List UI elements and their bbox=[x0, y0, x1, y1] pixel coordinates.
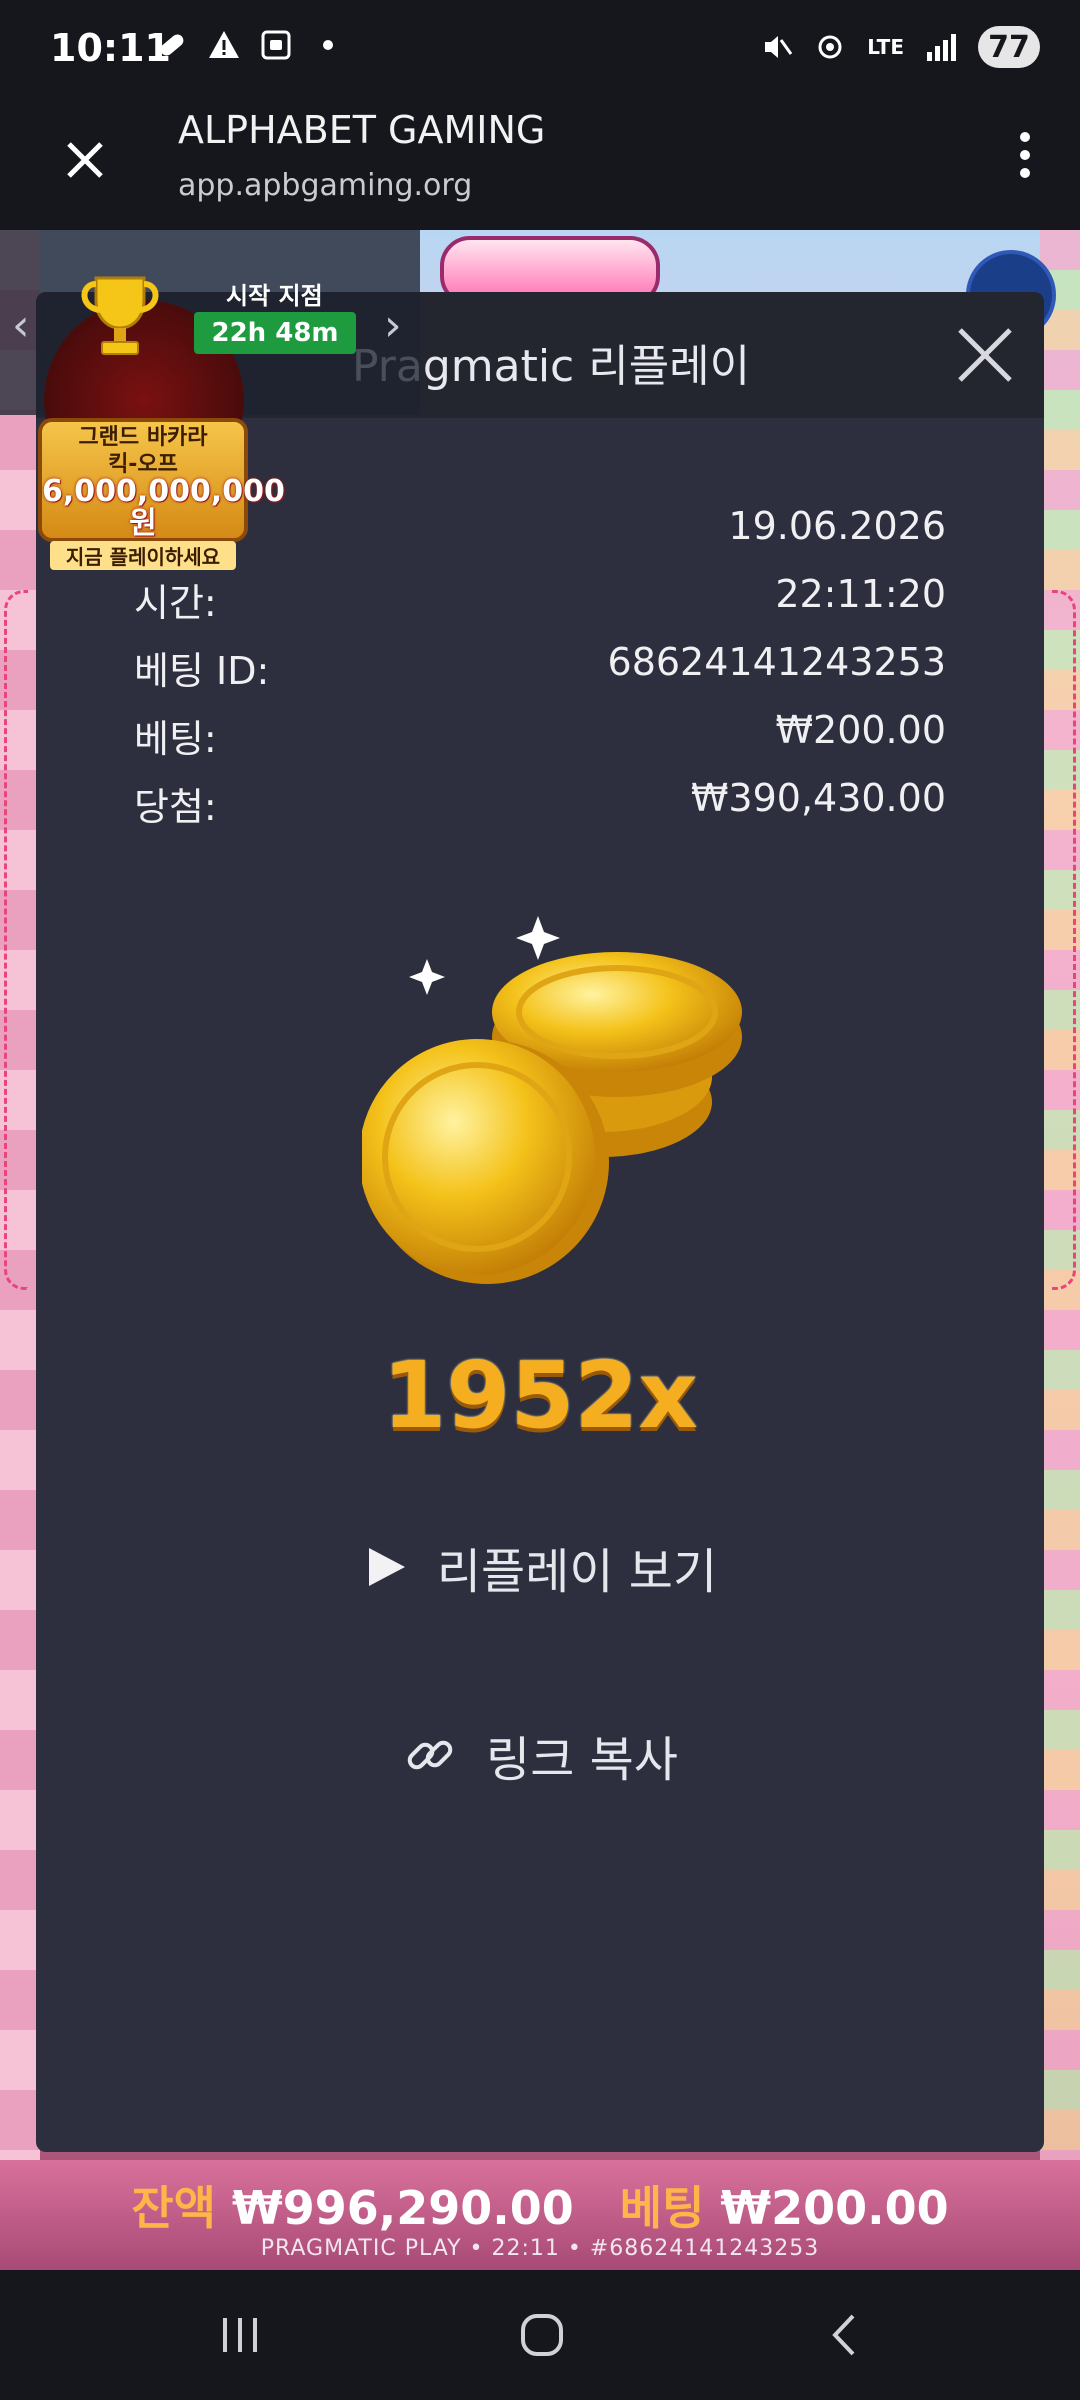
pill-icon bbox=[160, 34, 184, 56]
close-icon bbox=[67, 142, 103, 178]
back-button[interactable] bbox=[806, 2300, 886, 2370]
gold-coins-icon bbox=[362, 916, 742, 1284]
signal-icon bbox=[927, 34, 956, 61]
info-row-time: 시간: 22:11:20 bbox=[134, 572, 946, 625]
win-multiplier: 1952x bbox=[382, 1342, 698, 1449]
copy-link-label: 링크 복사 bbox=[486, 1732, 678, 1788]
balance-label: 잔액 bbox=[131, 2181, 216, 2235]
promo-amount: 6,000,000,000원 bbox=[42, 474, 285, 541]
info-row-win: 당첨: ₩390,430.00 bbox=[134, 776, 946, 829]
recents-button[interactable] bbox=[200, 2300, 280, 2370]
trophy-icon bbox=[81, 276, 159, 355]
more-vert-icon bbox=[1020, 132, 1030, 142]
link-icon bbox=[407, 1740, 453, 1770]
system-nav-bar bbox=[0, 2270, 1080, 2400]
chevron-right-icon[interactable]: › bbox=[384, 300, 402, 351]
balance-bet-line: 잔액 ₩996,290.00 베팅 ₩200.00 bbox=[0, 2172, 1080, 2238]
info-value: 22:11:20 bbox=[775, 572, 946, 616]
overflow-menu-button[interactable] bbox=[1000, 120, 1050, 190]
hotspot-icon bbox=[818, 35, 842, 59]
home-button[interactable] bbox=[502, 2300, 582, 2370]
info-value: 19.06.2026 bbox=[728, 504, 946, 548]
chevron-left-icon[interactable]: ‹ bbox=[12, 300, 30, 351]
recents-icon bbox=[223, 2318, 257, 2352]
info-row-date: 날짜: 19.06.2026 bbox=[134, 504, 946, 557]
info-row-bet-id: 베팅 ID: 68624141243253 bbox=[134, 640, 946, 693]
game-footer: PRAGMATIC PLAY • 22:11 • #68624141243253 bbox=[260, 2236, 820, 2261]
info-value: 68624141243253 bbox=[607, 640, 946, 684]
info-key: 베팅 ID: bbox=[134, 649, 270, 693]
watch-replay-button[interactable]: 리플레이 보기 bbox=[36, 1532, 1044, 1602]
page-url[interactable]: app.apbgaming.org bbox=[178, 168, 472, 203]
promo-badge[interactable]: 그랜드 바카라 킥-오프 6,000,000,000원 지금 플레이하세요 bbox=[38, 418, 285, 571]
notification-icons bbox=[155, 28, 345, 62]
info-key: 베팅: bbox=[134, 717, 217, 761]
info-key: 당첨: bbox=[134, 785, 217, 829]
back-icon bbox=[832, 2314, 855, 2356]
modal-close-icon[interactable] bbox=[950, 320, 1020, 390]
mute-icon bbox=[765, 36, 793, 58]
info-key: 시간: bbox=[134, 581, 217, 625]
promo-start-label: 시작 지점 bbox=[226, 282, 323, 310]
bet-value: ₩200.00 bbox=[720, 2181, 949, 2235]
page-title: ALPHABET GAMING bbox=[178, 108, 546, 152]
reel-frame-right bbox=[1052, 590, 1076, 1290]
info-row-bet: 베팅: ₩200.00 bbox=[134, 708, 946, 761]
info-value: ₩390,430.00 bbox=[690, 776, 946, 820]
status-bar: 10:11 LTE 77 bbox=[0, 0, 1080, 100]
play-icon bbox=[368, 1548, 405, 1586]
promo-timer: 22h 48m bbox=[194, 312, 356, 354]
close-tab-button[interactable] bbox=[55, 130, 115, 190]
network-type: LTE bbox=[867, 35, 904, 59]
promo-line2: 킥-오프 bbox=[108, 452, 178, 478]
promo-cta: 지금 플레이하세요 bbox=[50, 541, 236, 571]
reel-frame-left bbox=[4, 590, 28, 1290]
balance-value: ₩996,290.00 bbox=[231, 2181, 574, 2235]
copy-link-button[interactable]: 링크 복사 bbox=[36, 1720, 1044, 1790]
system-icons: LTE 77 bbox=[759, 26, 1040, 68]
home-icon bbox=[521, 2314, 563, 2356]
status-time: 10:11 bbox=[50, 26, 171, 70]
dot-icon bbox=[323, 40, 333, 50]
warning-icon bbox=[209, 31, 239, 58]
screenshot-icon bbox=[261, 30, 291, 60]
info-value: ₩200.00 bbox=[775, 708, 946, 752]
watch-replay-label: 리플레이 보기 bbox=[436, 1544, 718, 1600]
bet-label: 베팅 bbox=[619, 2181, 705, 2235]
promo-line1: 그랜드 바카라 bbox=[78, 425, 208, 450]
battery-indicator: 77 bbox=[978, 26, 1040, 68]
replay-modal: Pragmatic 리플레이 날짜: 19.06.2026 시간: 22:11:… bbox=[36, 292, 1044, 2152]
